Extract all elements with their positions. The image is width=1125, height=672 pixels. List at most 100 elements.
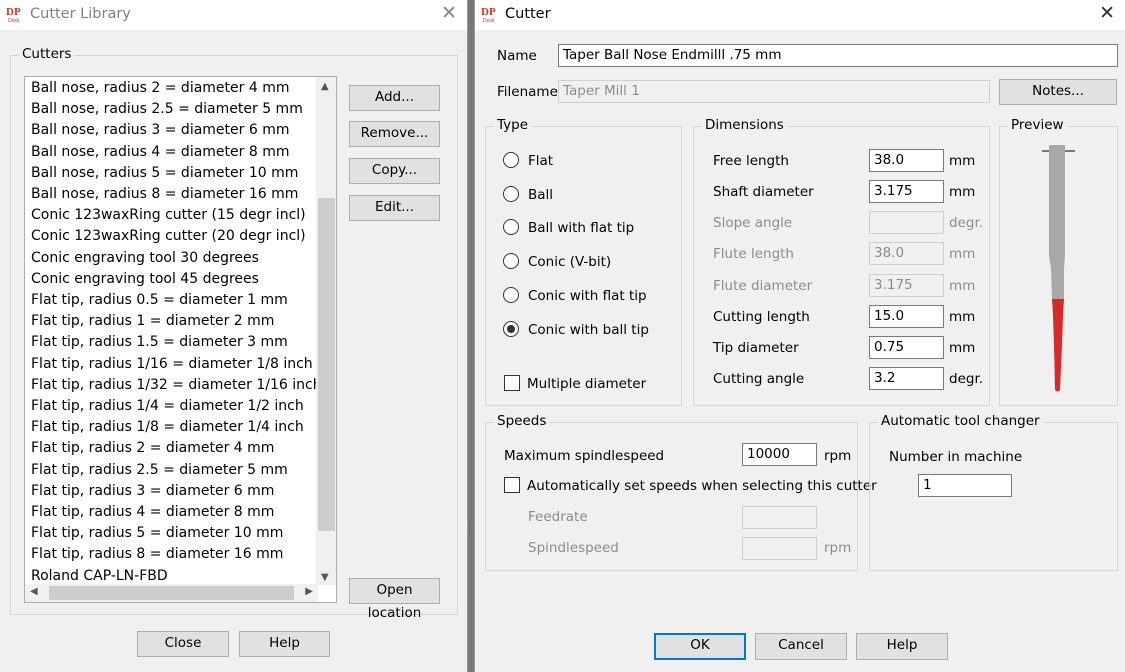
spindlespeed-input[interactable] (742, 537, 817, 560)
scroll-down-arrow-icon[interactable]: ▼ (321, 572, 329, 583)
cutter-list-item[interactable]: Flat tip, radius 1.5 = diameter 3 mm (31, 334, 288, 350)
scroll-up-arrow-icon[interactable]: ▲ (321, 81, 329, 92)
dimension-input[interactable]: 15.0 (869, 305, 944, 328)
max-spindle-label: Maximum spindlespeed (504, 448, 665, 464)
atc-group-label: Automatic tool changer (878, 413, 1043, 429)
cutter-list-item[interactable]: Ball nose, radius 8 = diameter 16 mm (31, 186, 298, 202)
type-option-label: Conic with ball tip (528, 322, 649, 338)
scroll-left-arrow-icon[interactable]: ◀ (30, 586, 38, 597)
spindlespeed-label: Spindlespeed (528, 540, 619, 556)
cutter-list-item[interactable]: Flat tip, radius 1/16 = diameter 1/8 inc… (31, 356, 313, 372)
cutter-list-item[interactable]: Conic 123waxRing cutter (15 degr incl) (31, 207, 306, 223)
svg-text:Desk: Desk (8, 18, 20, 24)
edit-button[interactable]: Edit... (349, 195, 440, 221)
cancel-button[interactable]: Cancel (755, 633, 847, 660)
name-input[interactable]: Taper Ball Nose Endmilll .75 mm (558, 44, 1118, 67)
type-radio-0[interactable] (503, 152, 519, 168)
dimension-input[interactable]: 3.175 (869, 274, 944, 297)
cutter-list-item[interactable]: Conic engraving tool 45 degrees (31, 271, 259, 287)
cutter-list[interactable]: Ball nose, radius 2 = diameter 4 mm Ball … (24, 76, 337, 603)
dimension-label: Cutting length (713, 309, 810, 325)
open-location-button[interactable]: Open location (349, 578, 440, 621)
type-radio-5[interactable] (503, 321, 519, 337)
cutter-list-item[interactable]: Roland CAP-LN-FBD (31, 568, 168, 584)
cutter-list-item[interactable]: Flat tip, radius 2.5 = diameter 5 mm (31, 462, 288, 478)
cutter-list-item[interactable]: Flat tip, radius 1/32 = diameter 1/16 in… (31, 377, 322, 393)
cutter-list-item[interactable]: Flat tip, radius 5 = diameter 10 mm (31, 525, 283, 541)
auto-speeds-checkbox[interactable] (504, 477, 520, 493)
add-button[interactable]: Add... (349, 85, 440, 111)
dimension-unit: mm (949, 309, 976, 325)
scroll-right-arrow-icon[interactable]: ▶ (305, 586, 313, 597)
window-title: Cutter Library (30, 6, 131, 22)
cutter-list-item[interactable]: Flat tip, radius 8 = diameter 16 mm (31, 546, 283, 562)
dimension-input[interactable]: 3.2 (869, 367, 944, 390)
type-option-label: Flat (528, 153, 554, 169)
type-radio-2[interactable] (503, 219, 519, 235)
type-option-label: Ball with flat tip (528, 220, 635, 236)
cutter-list-item[interactable]: Ball nose, radius 3 = diameter 6 mm (31, 122, 289, 138)
preview-shaft-lower (1051, 269, 1064, 299)
notes-button[interactable]: Notes... (999, 79, 1117, 105)
type-group-label: Type (494, 117, 532, 133)
dimension-input[interactable]: 38.0 (869, 149, 944, 172)
max-spindle-unit: rpm (824, 448, 852, 464)
max-spindle-input[interactable]: 10000 (742, 443, 817, 466)
title-bar: DP Desk Cutter ✕ (475, 0, 1125, 30)
dimension-label: Tip diameter (713, 340, 799, 356)
preview-ball-tip (1055, 386, 1060, 392)
library-help-button[interactable]: Help (239, 631, 330, 657)
filename-input[interactable]: Taper Mill 1 (558, 80, 990, 103)
cutter-list-item[interactable]: Ball nose, radius 5 = diameter 10 mm (31, 165, 298, 181)
dimension-label: Slope angle (713, 215, 793, 231)
horizontal-scrollbar[interactable]: ◀ ▶ (25, 584, 318, 602)
dimension-unit: mm (949, 246, 976, 262)
ok-button[interactable]: OK (654, 633, 746, 660)
cutter-list-item[interactable]: Ball nose, radius 2.5 = diameter 5 mm (31, 101, 303, 117)
copy-button[interactable]: Copy... (349, 158, 440, 184)
preview-cutting-part (1052, 299, 1064, 389)
feedrate-label: Feedrate (528, 509, 588, 525)
type-option-label: Conic with flat tip (528, 288, 647, 304)
cutter-list-item[interactable]: Ball nose, radius 4 = diameter 8 mm (31, 144, 289, 160)
cutter-list-item[interactable]: Flat tip, radius 1/4 = diameter 1/2 inch (31, 398, 304, 414)
dimension-label: Flute diameter (713, 278, 813, 294)
cutter-list-item[interactable]: Flat tip, radius 2 = diameter 4 mm (31, 440, 274, 456)
type-option-label: Ball (528, 187, 554, 203)
dimension-input[interactable]: 3.175 (869, 180, 944, 203)
cutter-list-item[interactable]: Flat tip, radius 0.5 = diameter 1 mm (31, 292, 288, 308)
remove-button[interactable]: Remove... (349, 121, 440, 147)
type-radio-1[interactable] (503, 186, 519, 202)
dimension-unit: mm (949, 184, 976, 200)
dimension-unit: mm (949, 278, 976, 294)
dimension-input[interactable]: 38.0 (869, 242, 944, 265)
cutter-list-item[interactable]: Flat tip, radius 4 = diameter 8 mm (31, 504, 274, 520)
cutter-list-item[interactable]: Conic 123waxRing cutter (20 degr incl) (31, 228, 306, 244)
number-in-machine-input[interactable]: 1 (918, 474, 1012, 497)
multiple-diameter-checkbox[interactable] (504, 375, 520, 391)
name-label: Name (497, 48, 537, 64)
hscrollbar-thumb[interactable] (49, 586, 294, 600)
cutter-list-item[interactable]: Ball nose, radius 2 = diameter 4 mm (31, 80, 289, 96)
number-in-machine-label: Number in machine (889, 449, 1023, 465)
cutter-help-button[interactable]: Help (856, 633, 948, 660)
vertical-scrollbar[interactable]: ▲ ▼ (316, 77, 336, 585)
type-radio-4[interactable] (503, 287, 519, 303)
cutters-group-label: Cutters (19, 46, 75, 62)
preview-label: Preview (1008, 117, 1067, 133)
dimension-label: Free length (713, 153, 789, 169)
scrollbar-thumb[interactable] (318, 198, 335, 531)
preview-neck (1049, 255, 1065, 269)
dimension-input[interactable] (869, 211, 944, 234)
cutter-list-item[interactable]: Conic engraving tool 30 degrees (31, 250, 259, 266)
cutter-list-item[interactable]: Flat tip, radius 1 = diameter 2 mm (31, 313, 274, 329)
cutter-list-item[interactable]: Flat tip, radius 3 = diameter 6 mm (31, 483, 274, 499)
dimension-input[interactable]: 0.75 (869, 336, 944, 359)
cutter-list-item[interactable]: Flat tip, radius 1/8 = diameter 1/4 inch (31, 419, 304, 435)
close-button[interactable]: Close (137, 631, 229, 657)
feedrate-input[interactable] (742, 506, 817, 529)
close-icon[interactable]: ✕ (1099, 2, 1115, 24)
speeds-group-label: Speeds (494, 413, 550, 429)
close-icon[interactable]: ✕ (441, 2, 457, 24)
type-radio-3[interactable] (503, 253, 519, 269)
